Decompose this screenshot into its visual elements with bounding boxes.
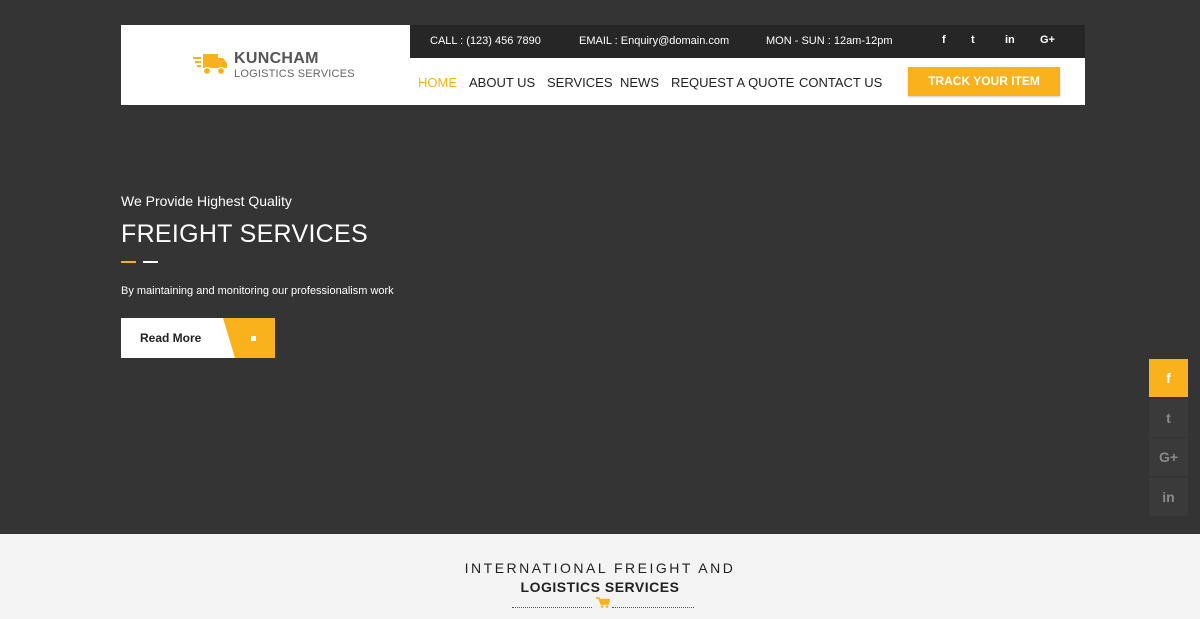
- site-header: KUNCHAM LOGISTICS SERVICES CALL : (123) …: [121, 25, 1085, 105]
- twitter-icon[interactable]: t: [971, 34, 975, 46]
- section-heading-line2: LOGISTICS SERVICES: [520, 579, 680, 595]
- title-divider-accent: [121, 261, 136, 263]
- nav-request-a-quote[interactable]: REQUEST A QUOTE: [671, 75, 794, 90]
- hero-description: By maintaining and monitoring our profes…: [121, 285, 394, 297]
- hero-banner: KUNCHAM LOGISTICS SERVICES CALL : (123) …: [0, 0, 1200, 534]
- linkedin-icon[interactable]: in: [1005, 34, 1015, 46]
- facebook-icon[interactable]: f: [942, 34, 946, 46]
- side-google-plus-icon[interactable]: G+: [1149, 438, 1188, 476]
- square-icon: [251, 336, 256, 341]
- hours-info: MON - SUN : 12am-12pm: [766, 35, 893, 47]
- nav-news[interactable]: NEWS: [620, 75, 659, 90]
- phone-info: CALL : (123) 456 7890: [430, 35, 541, 47]
- hero-tagline: We Provide Highest Quality: [121, 193, 292, 209]
- nav-home[interactable]: HOME: [418, 75, 457, 90]
- nav-about-us[interactable]: ABOUT US: [469, 75, 535, 90]
- read-more-button[interactable]: Read More: [121, 318, 275, 358]
- side-facebook-icon[interactable]: f: [1149, 359, 1188, 397]
- nav-contact-us[interactable]: CONTACT US: [799, 75, 882, 90]
- read-more-label: Read More: [140, 331, 202, 345]
- email-info[interactable]: EMAIL : Enquiry@domain.com: [579, 35, 729, 47]
- cart-icon: [596, 597, 610, 608]
- track-item-button[interactable]: TRACK YOUR ITEM: [908, 67, 1060, 96]
- title-divider: [143, 261, 158, 263]
- services-intro-section: INTERNATIONAL FREIGHT AND LOGISTICS SERV…: [0, 534, 1200, 619]
- side-linkedin-icon[interactable]: in: [1149, 478, 1188, 516]
- truck-icon: [193, 54, 227, 76]
- top-bar: CALL : (123) 456 7890 EMAIL : Enquiry@do…: [410, 25, 1085, 58]
- section-heading-line1: INTERNATIONAL FREIGHT AND: [464, 560, 736, 576]
- side-twitter-icon[interactable]: t: [1149, 399, 1188, 437]
- heading-divider-right: [612, 607, 694, 608]
- read-more-accent: [223, 318, 275, 358]
- hero-title: FREIGHT SERVICES: [121, 220, 368, 248]
- heading-divider-left: [512, 607, 592, 608]
- brand-name: KUNCHAM: [234, 50, 319, 67]
- google-plus-icon[interactable]: G+: [1040, 34, 1055, 46]
- nav-services[interactable]: SERVICES: [547, 75, 613, 90]
